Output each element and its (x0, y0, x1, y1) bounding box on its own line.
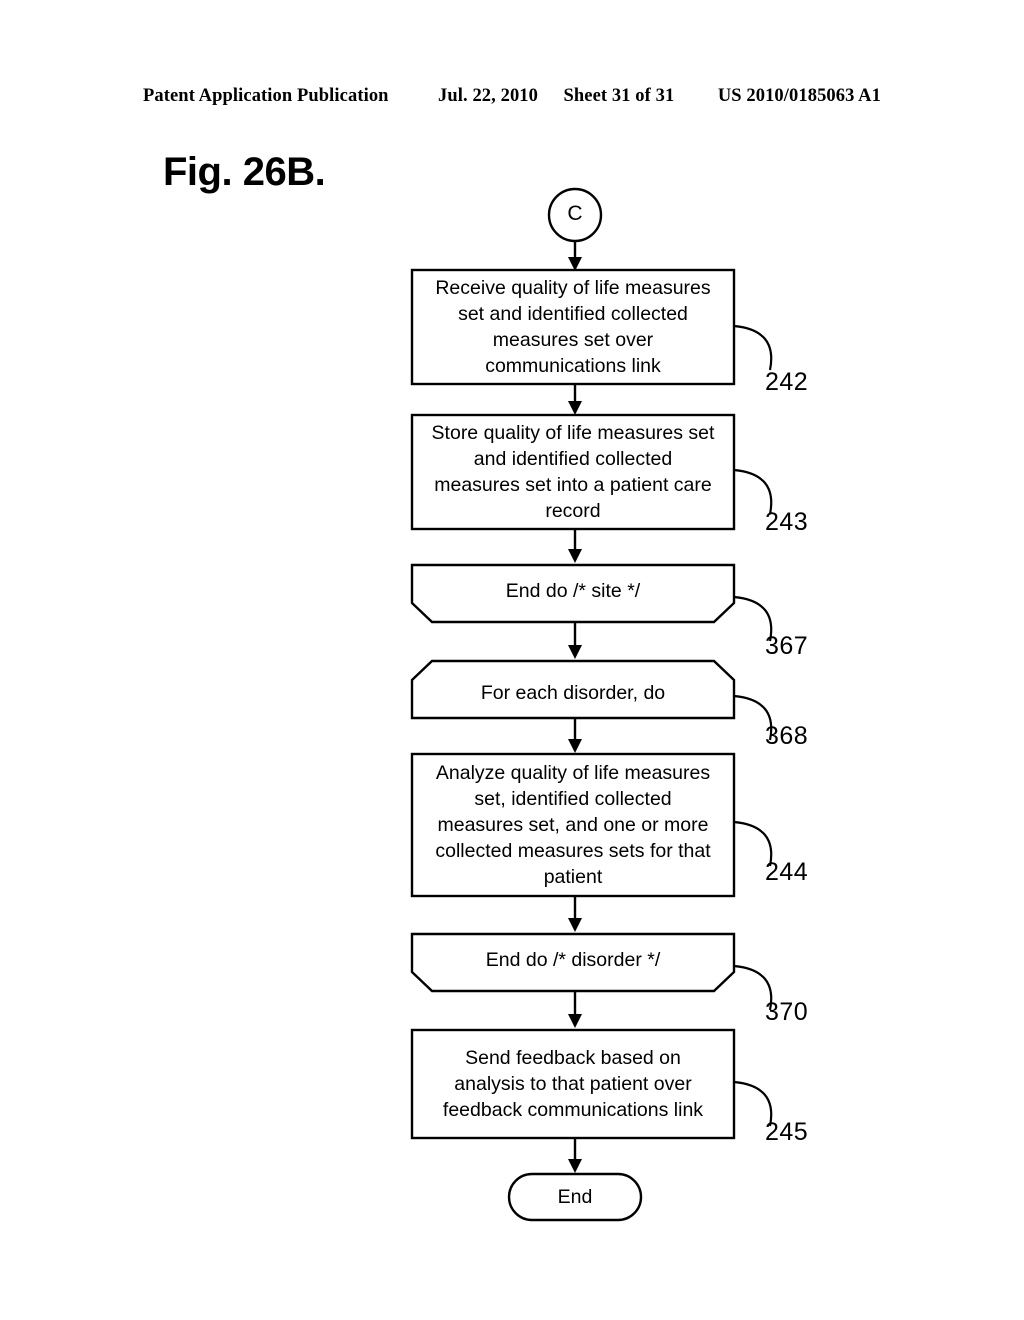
ref-number-245: 245 (765, 1118, 809, 1146)
ref-number-242: 242 (765, 368, 809, 396)
arrowhead-368-to-244 (568, 739, 582, 753)
node-368-label: For each disorder, do (480, 682, 666, 704)
ref-number-244: 244 (765, 858, 809, 886)
node-245-label: Send feedback based on analysis to that … (442, 1047, 704, 1121)
connector-label-c: C (567, 202, 583, 225)
arrowhead-244-to-370 (568, 918, 582, 932)
node-242-label: Receive quality of life measures set and… (435, 277, 711, 377)
leader-line-242 (733, 324, 773, 371)
node-243-label: Store quality of life measures set and i… (431, 422, 715, 522)
ref-number-367: 367 (765, 632, 809, 660)
arrowhead-370-to-245 (568, 1014, 582, 1028)
ref-number-243: 243 (765, 508, 809, 536)
ref-number-368: 368 (765, 722, 809, 750)
arrowhead-243-to-367 (568, 549, 582, 563)
node-367-label: End do /* site */ (505, 580, 641, 602)
arrowhead-245-to-end (568, 1159, 582, 1173)
ref-number-370: 370 (765, 998, 809, 1026)
terminator-end-label: End (557, 1186, 593, 1208)
arrowhead-242-to-243 (568, 401, 582, 415)
node-244-label: Analyze quality of life measures set, id… (435, 762, 711, 888)
arrowhead-367-to-368 (568, 645, 582, 659)
node-370-label: End do /* disorder */ (485, 949, 661, 971)
